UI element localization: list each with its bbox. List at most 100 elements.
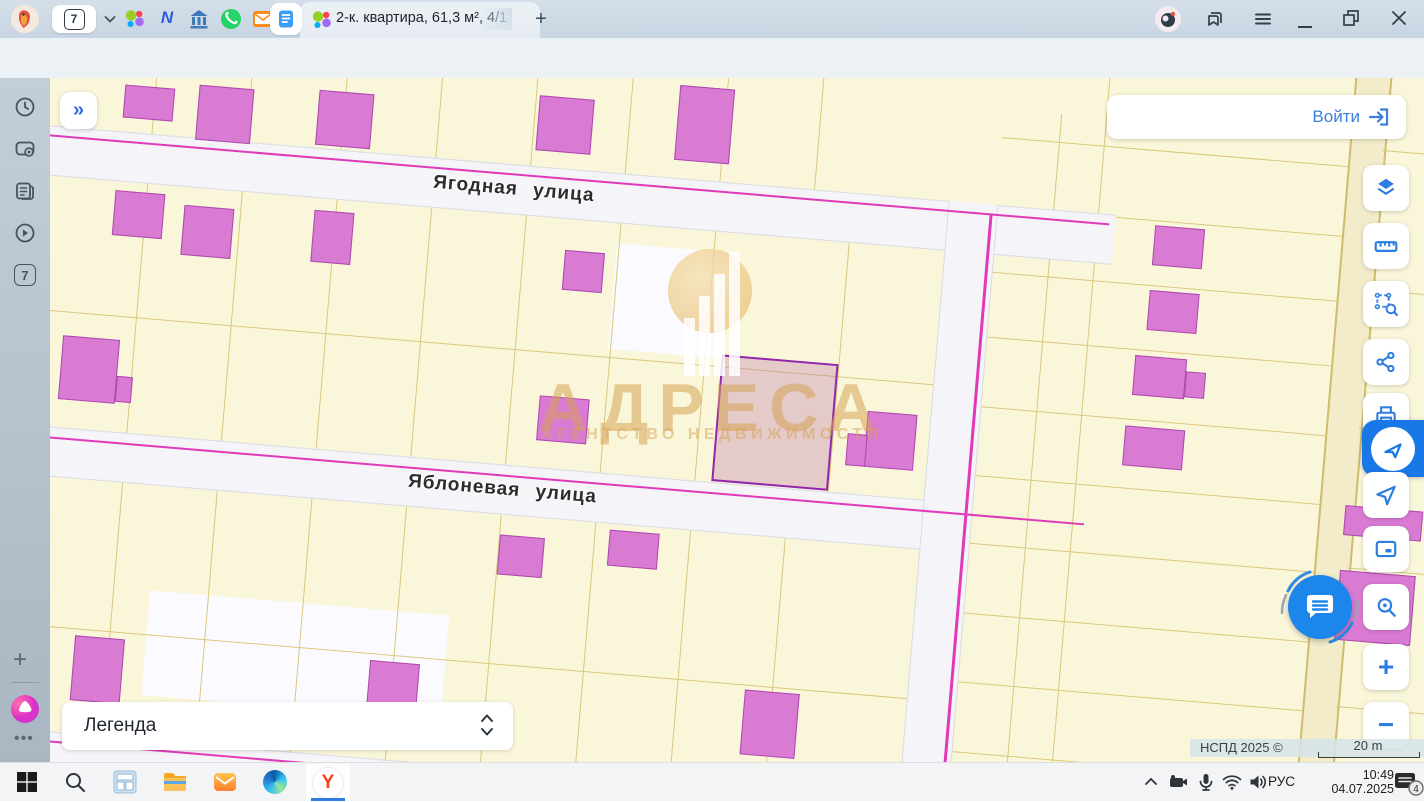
building — [115, 376, 133, 403]
taskbar-yandex-browser-active[interactable]: Y — [306, 764, 350, 801]
building — [315, 90, 374, 149]
divider — [11, 682, 39, 683]
browser-ai-side-panel-button[interactable] — [1362, 420, 1424, 477]
history-icon[interactable] — [14, 96, 36, 123]
layers-button[interactable] — [1363, 165, 1409, 211]
pinned-tab-whatsapp-icon[interactable] — [220, 8, 242, 30]
notification-center-button[interactable]: 4 — [1394, 771, 1424, 802]
building — [497, 534, 545, 578]
building — [674, 85, 735, 164]
more-options-icon[interactable]: ••• — [14, 730, 34, 748]
taskbar-mail-icon[interactable] — [212, 769, 238, 795]
building — [1184, 371, 1206, 399]
building — [112, 190, 166, 239]
legend-collapse-icon[interactable] — [479, 710, 495, 745]
tray-language[interactable]: РУС — [1268, 774, 1295, 789]
tray-microphone-icon[interactable] — [1193, 769, 1219, 795]
overview-map-button[interactable] — [1363, 526, 1409, 572]
share-button[interactable] — [1363, 339, 1409, 385]
zoom-out-label: − — [1378, 711, 1394, 739]
seven-widget-tile[interactable]: 7 — [14, 264, 36, 286]
menu-icon[interactable] — [1253, 9, 1273, 34]
browser-toolbar: Я nspd.gov.ru НСПД | Геоинформационный п… — [0, 38, 1424, 78]
add-panel-button[interactable]: + — [13, 646, 27, 674]
building — [1152, 225, 1205, 269]
close-button[interactable] — [1390, 9, 1408, 32]
building — [562, 250, 605, 293]
login-label: Войти — [1312, 107, 1360, 127]
measure-button[interactable] — [1363, 223, 1409, 269]
my-location-button[interactable] — [1363, 472, 1409, 518]
chat-button[interactable] — [1288, 575, 1352, 639]
tab-list-chevron-icon[interactable] — [102, 11, 118, 32]
edge-logo — [263, 770, 287, 794]
building — [1132, 355, 1187, 399]
building — [1146, 290, 1199, 334]
legend-panel[interactable]: Легенда — [62, 702, 513, 750]
alice-assistant-icon[interactable] — [10, 694, 40, 729]
tab-groups-icon[interactable] — [1205, 9, 1225, 34]
map-rotated-layer: Ягодная улица Яблоневая улица Цветочная … — [50, 78, 1424, 762]
map-canvas[interactable]: Ягодная улица Яблоневая улица Цветочная … — [50, 78, 1424, 762]
pinned-tab-documents[interactable] — [270, 3, 302, 35]
tray-expand-icon[interactable] — [1138, 769, 1164, 795]
building — [70, 635, 125, 704]
taskbar-edge-icon[interactable] — [262, 769, 288, 795]
expand-sidebar-button[interactable]: » — [60, 92, 97, 129]
tray-date: 04.07.2025 — [1306, 782, 1394, 796]
scale-label: 20 m — [1318, 738, 1418, 753]
building — [180, 205, 234, 259]
pinned-tab-bank-icon[interactable] — [188, 8, 210, 30]
pinned-tab-avito-icon[interactable] — [123, 8, 145, 30]
building — [863, 411, 918, 471]
tray-clock[interactable]: 10:49 04.07.2025 — [1306, 768, 1394, 796]
search-on-map-button[interactable] — [1363, 584, 1409, 630]
browser-side-panel: 7 + ••• — [0, 78, 50, 762]
taskbar-app-1c-icon[interactable] — [112, 769, 138, 795]
feedback-chat-widget[interactable] — [1274, 561, 1366, 653]
feed-icon[interactable] — [14, 180, 36, 207]
login-arrow-icon — [1368, 107, 1390, 127]
ai-circle — [1371, 427, 1415, 471]
scale-bar — [1318, 752, 1420, 758]
screenshot-tool-icon[interactable] — [14, 138, 36, 165]
selected-parcel[interactable] — [711, 354, 838, 490]
active-tab-favicon-avito — [310, 9, 332, 36]
building — [58, 335, 120, 404]
zoom-in-button[interactable]: + — [1363, 644, 1409, 690]
building — [845, 433, 868, 467]
taskbar-file-explorer-icon[interactable] — [162, 769, 188, 795]
documents-icon — [275, 8, 297, 30]
tray-time: 10:49 — [1306, 768, 1394, 782]
building — [123, 85, 176, 122]
yandex-browser-logo: Y — [313, 768, 343, 798]
minimize-button[interactable] — [1297, 16, 1313, 34]
building — [310, 210, 354, 265]
tab-counter[interactable]: 7 — [52, 5, 96, 33]
restore-button[interactable] — [1342, 9, 1360, 32]
chat-bubble-icon — [1303, 590, 1337, 624]
video-icon[interactable] — [14, 222, 36, 249]
windows-taskbar: Y РУС 10:49 04.07.2025 4 — [0, 762, 1424, 801]
profile-avatar-parrot[interactable] — [11, 5, 39, 33]
buildings-layer — [50, 78, 1424, 762]
browser-tab-bar: 7 N 2-к. квартира, 61,3 м², 4/1 + — [0, 0, 1424, 38]
pinned-tab-n-logo-icon[interactable]: N — [156, 8, 178, 30]
area-search-button[interactable] — [1363, 281, 1409, 327]
building — [1122, 425, 1185, 470]
tab-count-label: 7 — [64, 9, 85, 30]
legend-title: Легенда — [84, 715, 156, 737]
browser-profile-icon[interactable] — [1155, 6, 1181, 32]
building — [607, 530, 660, 570]
building — [195, 85, 254, 144]
taskbar-search-icon[interactable] — [62, 769, 88, 795]
tray-wifi-icon[interactable] — [1219, 769, 1245, 795]
svg-text:4: 4 — [1413, 784, 1419, 795]
parrot-icon — [11, 5, 39, 33]
login-panel[interactable]: Войти — [1107, 95, 1406, 139]
new-tab-button[interactable]: + — [528, 6, 554, 32]
start-button[interactable] — [14, 769, 40, 795]
building — [536, 395, 590, 444]
building — [535, 95, 594, 154]
tray-camera-icon[interactable] — [1165, 769, 1191, 795]
